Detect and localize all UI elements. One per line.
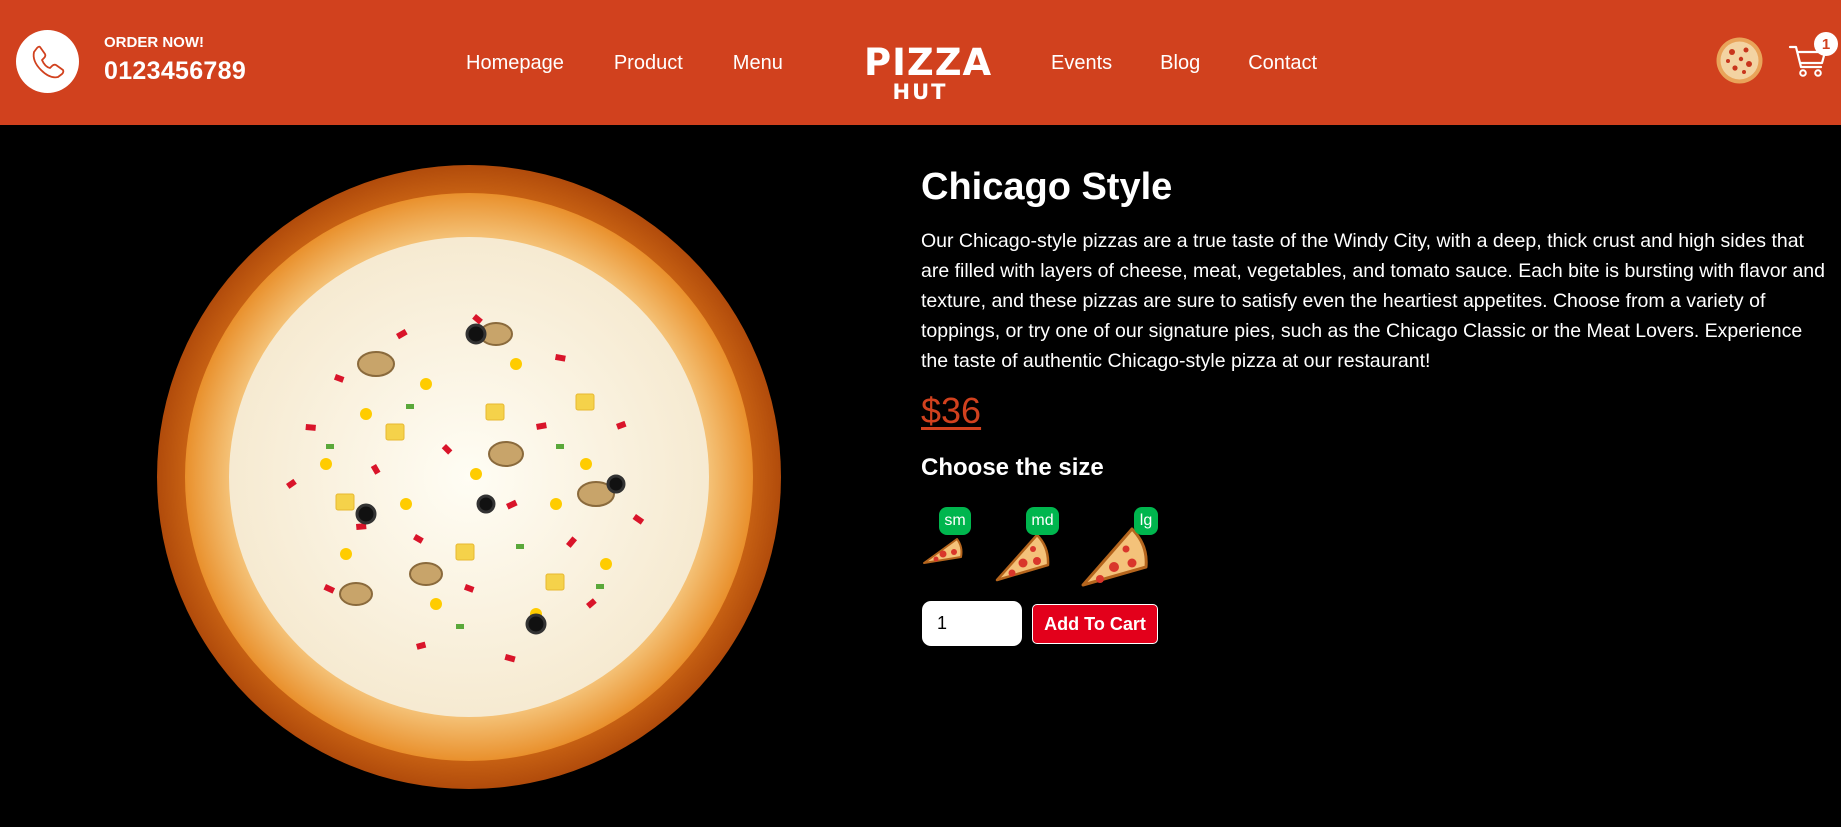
nav-item-product[interactable]: Product — [614, 52, 683, 75]
size-badge-md: md — [1026, 507, 1059, 535]
order-now-label: ORDER NOW! — [104, 33, 204, 51]
nav-item-contact[interactable]: Contact — [1248, 52, 1317, 75]
nav-list-right: Events Blog Contact — [1051, 52, 1365, 75]
nav-list-left: Homepage Product Menu — [466, 52, 833, 75]
nav-item-blog[interactable]: Blog — [1160, 52, 1200, 75]
nav-item-menu[interactable]: Menu — [733, 52, 783, 75]
nav-item-homepage[interactable]: Homepage — [466, 52, 564, 75]
order-call-box: ORDER NOW! 0123456789 — [16, 30, 246, 93]
size-heading: Choose the size — [921, 454, 1104, 481]
pizza-image-icon — [157, 165, 781, 789]
size-option-lg[interactable]: lg — [1080, 505, 1160, 590]
logo-line1: PIZZA — [864, 41, 993, 84]
profile-avatar[interactable] — [1716, 37, 1763, 84]
product-price: $36 — [921, 390, 982, 431]
phone-number: 0123456789 — [104, 56, 247, 85]
nav-item-events[interactable]: Events — [1051, 52, 1112, 75]
logo[interactable]: PIZZA HUT — [864, 41, 993, 104]
call-texts: ORDER NOW! 0123456789 — [104, 34, 247, 86]
logo-line2: HUT — [892, 80, 948, 104]
navbar: ORDER NOW! 0123456789 Homepage Product M… — [0, 0, 1841, 125]
product-image — [156, 164, 782, 790]
phone-icon — [32, 45, 64, 78]
product-description: Our Chicago-style pizzas are a true tast… — [921, 230, 1825, 372]
cart-counter-badge: 1 — [1814, 32, 1838, 56]
call-button[interactable] — [16, 30, 79, 93]
size-option-md[interactable]: md — [993, 505, 1061, 583]
quantity-input[interactable] — [922, 601, 1022, 646]
add-to-cart-button[interactable]: Add To Cart — [1032, 604, 1158, 644]
size-option-sm[interactable]: sm — [921, 505, 971, 575]
size-badge-lg: lg — [1134, 507, 1158, 535]
pizza-avatar-icon — [1716, 37, 1763, 84]
size-badge-sm: sm — [939, 507, 971, 535]
product-title: Chicago Style — [921, 166, 1173, 208]
